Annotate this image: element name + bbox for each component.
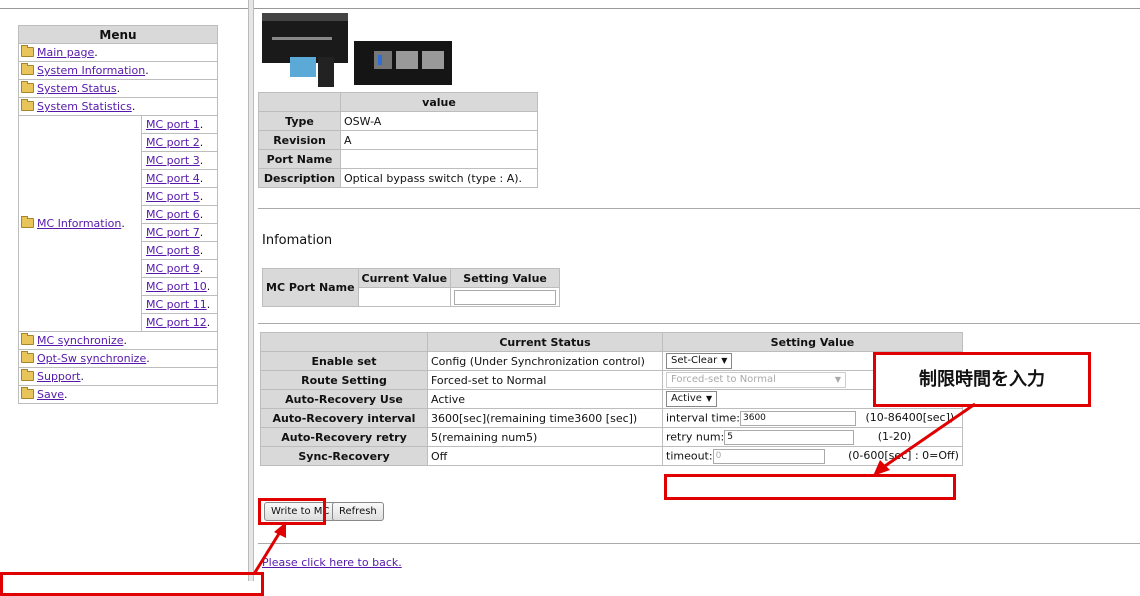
annotation-arrows	[252, 402, 976, 575]
callout-arrow-line	[881, 402, 976, 470]
bottom-arrow-line	[252, 531, 282, 575]
callout-arrow-head	[873, 460, 890, 476]
bottom-arrow-head	[274, 522, 286, 538]
